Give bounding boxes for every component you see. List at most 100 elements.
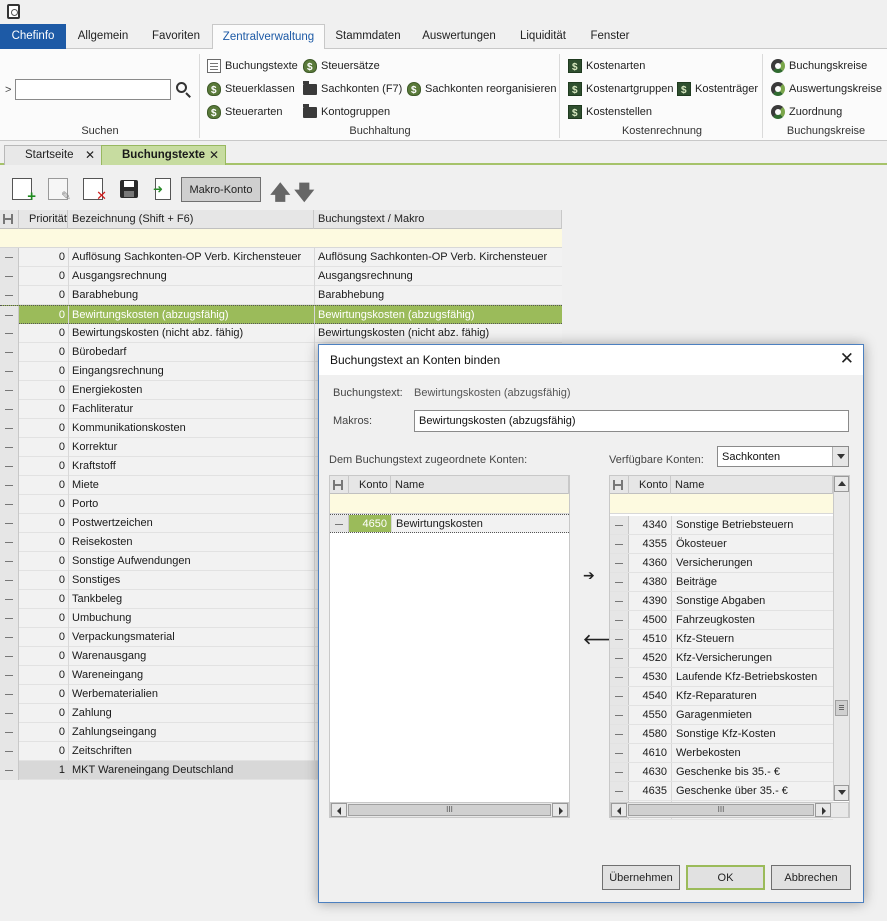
row-selector[interactable] bbox=[0, 723, 19, 742]
row-selector[interactable] bbox=[0, 742, 19, 761]
table-row[interactable]: 4355 Ökosteuer bbox=[610, 535, 833, 554]
tab-stammdaten[interactable]: Stammdaten bbox=[325, 24, 411, 49]
tab-chefinfo[interactable]: Chefinfo bbox=[0, 24, 66, 49]
table-row[interactable]: 4360 Versicherungen bbox=[610, 554, 833, 573]
table-row[interactable]: 4580 Sonstige Kfz-Kosten bbox=[610, 725, 833, 744]
table-row[interactable]: 4530 Laufende Kfz-Betriebskosten bbox=[610, 668, 833, 687]
row-selector[interactable] bbox=[0, 609, 19, 628]
row-selector[interactable] bbox=[0, 267, 19, 286]
search-input[interactable] bbox=[15, 79, 171, 100]
ribbon-buchungstexte-button[interactable]: Buchungstexte bbox=[207, 57, 298, 75]
row-selector[interactable] bbox=[0, 761, 19, 780]
search-expand-arrow[interactable]: > bbox=[5, 84, 11, 96]
row-selector[interactable] bbox=[0, 248, 19, 267]
row-selector[interactable] bbox=[0, 381, 19, 400]
row-selector[interactable] bbox=[610, 725, 629, 743]
row-selector[interactable] bbox=[0, 495, 19, 514]
scroll-right-icon[interactable] bbox=[552, 803, 568, 817]
delete-document-icon[interactable] bbox=[83, 178, 107, 204]
row-selector[interactable] bbox=[0, 514, 19, 533]
header-buchungstext[interactable]: Buchungstext / Makro bbox=[314, 210, 562, 229]
table-row[interactable]: 0 Ausgangsrechnung Ausgangsrechnung bbox=[0, 267, 562, 286]
row-selector[interactable] bbox=[610, 592, 629, 610]
table-row[interactable]: 4380 Beiträge bbox=[610, 573, 833, 592]
row-selector-header[interactable] bbox=[610, 476, 629, 494]
tab-liquiditaet[interactable]: Liquidität bbox=[507, 24, 579, 49]
table-row[interactable]: 4635 Geschenke über 35.- € bbox=[610, 782, 833, 801]
ribbon-kontogruppen-button[interactable]: Kontogruppen bbox=[303, 103, 390, 121]
header-konto[interactable]: Konto bbox=[349, 476, 391, 494]
row-selector[interactable] bbox=[0, 457, 19, 476]
row-selector[interactable] bbox=[610, 630, 629, 648]
header-name[interactable]: Name bbox=[671, 476, 833, 494]
ribbon-sachkonten-button[interactable]: Sachkonten (F7) bbox=[303, 80, 402, 98]
row-selector[interactable] bbox=[610, 535, 629, 553]
table-row[interactable]: 4500 Fahrzeugkosten bbox=[610, 611, 833, 630]
save-icon[interactable] bbox=[120, 180, 138, 198]
row-selector[interactable] bbox=[610, 763, 629, 781]
row-selector[interactable] bbox=[0, 400, 19, 419]
scroll-thumb[interactable]: III bbox=[628, 804, 814, 816]
ribbon-zuordnung-button[interactable]: Zuordnung bbox=[771, 103, 842, 121]
table-row[interactable]: 4540 Kfz-Reparaturen bbox=[610, 687, 833, 706]
row-selector[interactable] bbox=[0, 362, 19, 381]
header-konto[interactable]: Konto bbox=[629, 476, 671, 494]
assign-right-arrow-icon[interactable]: ➔ bbox=[583, 567, 595, 584]
row-selector[interactable] bbox=[610, 668, 629, 686]
ribbon-steuerklassen-button[interactable]: Steuerklassen bbox=[207, 80, 295, 100]
table-row[interactable]: 4550 Garagenmieten bbox=[610, 706, 833, 725]
tab-auswertungen[interactable]: Auswertungen bbox=[411, 24, 507, 49]
row-selector[interactable] bbox=[0, 647, 19, 666]
scroll-right-icon[interactable] bbox=[815, 803, 831, 817]
scroll-left-icon[interactable] bbox=[611, 803, 627, 817]
move-up-icon[interactable]: 🡅 bbox=[270, 178, 291, 212]
table-row[interactable]: 0 Auflösung Sachkonten-OP Verb. Kirchenst… bbox=[0, 248, 562, 267]
ribbon-sachkonten-reorganisieren-button[interactable]: Sachkonten reorganisieren bbox=[407, 80, 556, 100]
row-selector[interactable] bbox=[0, 571, 19, 590]
row-selector[interactable] bbox=[0, 628, 19, 647]
row-selector[interactable] bbox=[610, 554, 629, 572]
header-name[interactable]: Name bbox=[391, 476, 569, 494]
row-selector[interactable] bbox=[0, 324, 19, 343]
search-icon[interactable] bbox=[176, 82, 187, 93]
row-selector[interactable] bbox=[610, 611, 629, 629]
new-document-icon[interactable] bbox=[12, 178, 36, 205]
ribbon-auswertungskreise-button[interactable]: Auswertungskreise bbox=[771, 80, 882, 98]
close-icon[interactable]: ✕ bbox=[85, 146, 95, 165]
close-icon[interactable]: ✕ bbox=[840, 349, 854, 369]
tab-favoriten[interactable]: Favoriten bbox=[140, 24, 212, 49]
row-selector[interactable] bbox=[0, 306, 19, 325]
tab-allgemein[interactable]: Allgemein bbox=[66, 24, 140, 49]
row-selector[interactable] bbox=[0, 590, 19, 609]
scroll-down-icon[interactable] bbox=[834, 785, 849, 801]
tab-zentralverwaltung[interactable]: Zentralverwaltung bbox=[212, 24, 325, 50]
ribbon-steuersaetze-button[interactable]: Steuersätze bbox=[303, 57, 380, 77]
table-row[interactable]: 4630 Geschenke bis 35.- € bbox=[610, 763, 833, 782]
header-bezeichnung[interactable]: Bezeichnung (Shift + F6) bbox=[68, 210, 314, 229]
move-down-icon[interactable]: 🡇 bbox=[294, 178, 315, 212]
table-row[interactable]: 4650 Bewirtungskosten bbox=[330, 514, 569, 533]
table-row[interactable]: 4510 Kfz-Steuern bbox=[610, 630, 833, 649]
doc-tab-buchungstexte[interactable]: Buchungstexte ✕ bbox=[101, 145, 226, 165]
scroll-thumb[interactable]: III bbox=[348, 804, 551, 816]
tab-fenster[interactable]: Fenster bbox=[579, 24, 641, 49]
row-selector[interactable] bbox=[610, 706, 629, 724]
konten-type-select[interactable]: Sachkonten bbox=[717, 446, 849, 467]
ribbon-kostenartgruppen-button[interactable]: Kostenartgruppen bbox=[568, 80, 673, 100]
row-selector[interactable] bbox=[0, 704, 19, 723]
row-selector[interactable] bbox=[0, 533, 19, 552]
ribbon-kostentraeger-button[interactable]: Kostenträger bbox=[677, 80, 758, 100]
row-selector[interactable] bbox=[0, 419, 19, 438]
table-row[interactable]: 0 Bewirtungskosten (abzugsfähig) Bewirtung… bbox=[0, 305, 562, 325]
row-selector[interactable] bbox=[0, 476, 19, 495]
ribbon-buchungskreise-button[interactable]: Buchungskreise bbox=[771, 57, 867, 75]
table-row[interactable]: 0 Bewirtungskosten (nicht abz. fähig) Bewi… bbox=[0, 324, 562, 343]
available-filter-row[interactable] bbox=[610, 494, 833, 514]
scroll-thumb[interactable] bbox=[835, 700, 848, 716]
row-selector-header[interactable] bbox=[330, 476, 349, 494]
row-selector[interactable] bbox=[0, 286, 19, 305]
row-selector[interactable] bbox=[610, 649, 629, 667]
exit-icon[interactable] bbox=[153, 178, 171, 200]
row-selector[interactable] bbox=[610, 516, 629, 534]
row-selector[interactable] bbox=[0, 666, 19, 685]
